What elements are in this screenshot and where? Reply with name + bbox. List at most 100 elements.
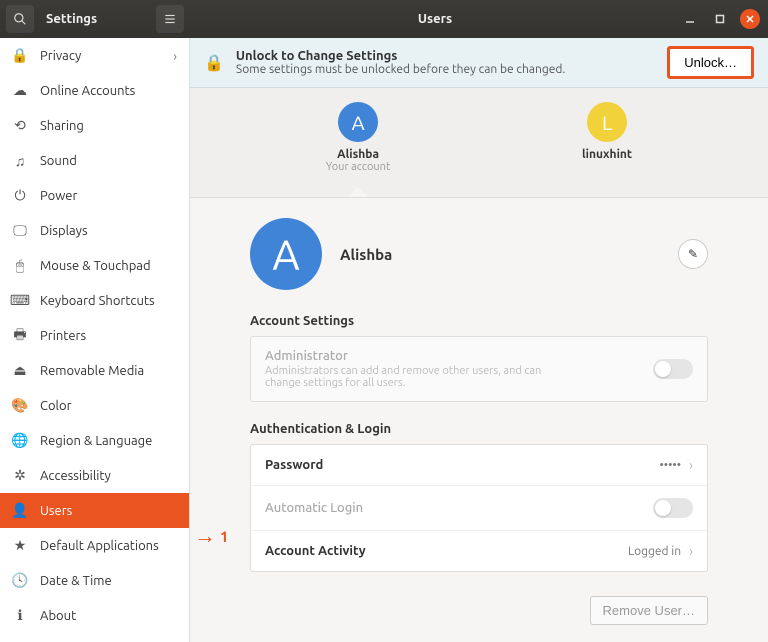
sidebar-item-default-applications[interactable]: ★ Default Applications [0,528,189,563]
user-tab-name: linuxhint [582,148,632,161]
user-tab-name: Alishba [326,148,390,161]
sidebar-item-sound[interactable]: ♫ Sound [0,143,189,178]
sidebar-item-label: Mouse & Touchpad [40,259,151,273]
user-tab-alishba[interactable]: A AlishbaYour account [326,102,390,173]
sidebar-item-label: Users [40,504,72,518]
unlock-button[interactable]: Unlock… [667,46,754,79]
sidebar-item-label: Removable Media [40,364,144,378]
remove-user-button: Remove User… [590,596,708,625]
sidebar-icon: 🕓 [12,572,28,589]
sidebar-item-online-accounts[interactable]: ☁ Online Accounts [0,73,189,108]
sidebar-icon: 🖶 [12,324,28,348]
sidebar-item-label: Printers [40,329,86,343]
main-panel: 🔒 Unlock to Change Settings Some setting… [190,38,768,642]
sidebar-item-about[interactable]: ℹ About [0,598,189,633]
account-settings-heading: Account Settings [250,314,708,328]
automatic-login-toggle [653,498,693,518]
sidebar-item-label: Keyboard Shortcuts [40,294,155,308]
hamburger-icon [163,12,177,26]
sidebar-icon: ⏻ [12,187,28,204]
sidebar-item-privacy[interactable]: 🔒 Privacy › [0,38,189,73]
maximize-button[interactable] [710,9,730,29]
sidebar-item-sharing[interactable]: ⟲ Sharing [0,108,189,143]
sidebar-icon: 🖵 [12,222,28,239]
app-title: Settings [34,12,156,26]
chevron-right-icon: › [689,543,693,559]
sidebar-item-label: Date & Time [40,574,112,588]
sidebar-item-color[interactable]: 🎨 Color [0,388,189,423]
profile-header: A Alishba ✎ [250,218,708,290]
sidebar-icon: ⟲ [12,117,28,134]
account-activity-row[interactable]: Account Activity Logged in › [251,531,707,571]
sidebar-item-label: Default Applications [40,539,159,553]
annotation-arrow-1: → 1 [194,523,228,549]
menu-button[interactable] [156,5,184,33]
sidebar-item-printers[interactable]: 🖶 Printers [0,318,189,353]
sidebar-item-label: Privacy [40,49,81,63]
sidebar-item-label: Accessibility [40,469,111,483]
sidebar-item-region-language[interactable]: 🌐 Region & Language [0,423,189,458]
sidebar-item-users[interactable]: 👤Users [0,493,189,528]
edit-name-button[interactable]: ✎ [678,239,708,269]
sidebar-icon: ✲ [12,467,28,484]
sidebar-item-accessibility[interactable]: ✲ Accessibility [0,458,189,493]
maximize-icon [715,14,725,24]
sidebar-item-label: About [40,609,76,623]
password-row[interactable]: Password ••••• › [251,445,707,486]
administrator-toggle [653,359,693,379]
chevron-right-icon: › [173,48,177,64]
password-value: ••••• [659,459,681,472]
administrator-desc: Administrators can add and remove other … [265,365,565,389]
sidebar-icon: ⏏ [12,362,28,379]
sidebar-item-label: Displays [40,224,88,238]
sidebar-item-label: Online Accounts [40,84,135,98]
administrator-label: Administrator [265,349,565,363]
sidebar-icon: ♫ [12,153,28,169]
search-button[interactable] [6,5,34,33]
sidebar-item-power[interactable]: ⏻ Power [0,178,189,213]
sidebar-item-label: Sharing [40,119,84,133]
avatar: L [587,102,627,142]
pencil-icon: ✎ [688,247,698,261]
sidebar-icon: 🔒 [12,47,28,64]
sidebar: 🔒 Privacy › ☁ Online Accounts ⟲ Sharing ♫ Sound ⏻… [0,38,190,642]
user-tab-linuxhint[interactable]: Llinuxhint [582,102,632,173]
automatic-login-row: Automatic Login [251,486,707,531]
sidebar-item-label: Color [40,399,72,413]
sidebar-item-removable-media[interactable]: ⏏ Removable Media [0,353,189,388]
avatar: A [338,102,378,142]
account-activity-value: Logged in [628,545,681,558]
sidebar-icon: ★ [12,537,28,554]
administrator-row: Administrator Administrators can add and… [251,337,707,401]
sidebar-icon: ☁ [12,82,28,99]
minimize-button[interactable] [680,9,700,29]
titlebar: Settings Users [0,0,768,38]
profile-name: Alishba [340,246,392,263]
sidebar-icon: 🎨 [12,397,28,414]
sidebar-item-label: Region & Language [40,434,152,448]
sidebar-item-date-time[interactable]: 🕓 Date & Time [0,563,189,598]
account-settings-card: Administrator Administrators can add and… [250,336,708,402]
sidebar-item-displays[interactable]: 🖵 Displays [0,213,189,248]
lock-icon: 🔒 [204,53,224,72]
close-button[interactable] [740,9,760,29]
chevron-right-icon: › [689,457,693,473]
sidebar-icon: ℹ [12,607,28,624]
search-icon [13,12,27,26]
auth-card: Password ••••• › Automatic Login Account… [250,444,708,572]
password-label: Password [265,458,323,472]
sidebar-icon: 🖱 [12,257,28,274]
sidebar-item-mouse-touchpad[interactable]: 🖱 Mouse & Touchpad [0,248,189,283]
unlock-title: Unlock to Change Settings [236,49,397,63]
unlock-subtitle: Some settings must be unlocked before th… [236,63,565,76]
sidebar-item-keyboard-shortcuts[interactable]: ⌨ Keyboard Shortcuts [0,283,189,318]
automatic-login-label: Automatic Login [265,501,363,515]
sidebar-item-label: Power [40,189,77,203]
account-activity-label: Account Activity [265,544,366,558]
user-tab-desc: Your account [326,161,390,173]
minimize-icon [685,14,695,24]
sidebar-item-label: Sound [40,154,77,168]
sidebar-icon: ⌨ [12,292,28,309]
sidebar-icon: 🌐 [12,432,28,449]
auth-heading: Authentication & Login [250,422,708,436]
